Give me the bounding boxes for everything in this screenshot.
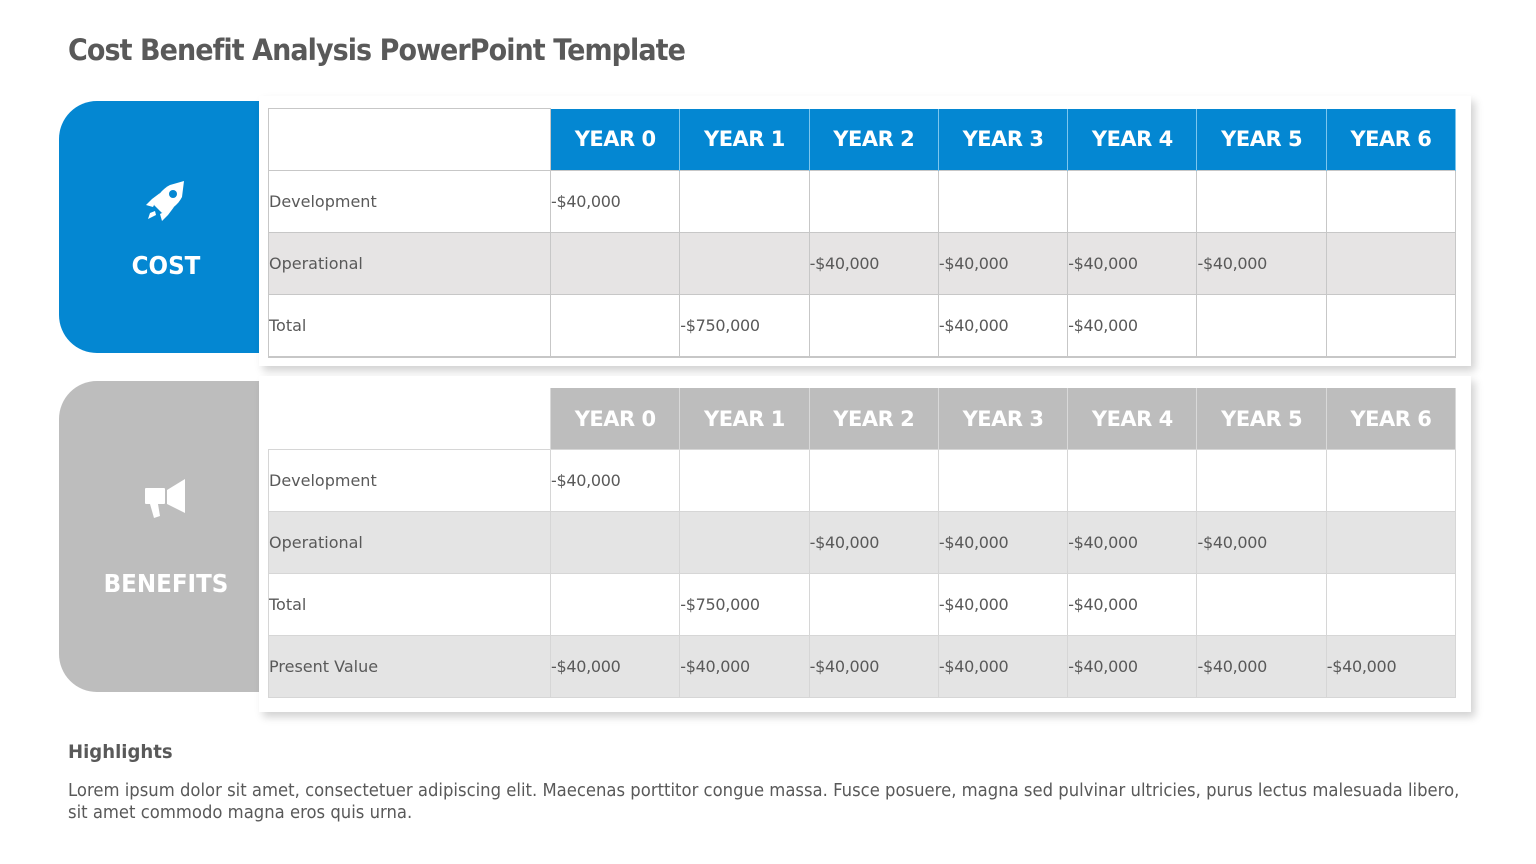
table-cell: -$40,000 — [808, 635, 939, 698]
table-cell — [1196, 573, 1327, 636]
table-cell: -$40,000 — [1196, 511, 1327, 574]
table-cell — [808, 573, 939, 636]
table-cell — [679, 232, 810, 295]
table-cell: -$40,000 — [1196, 635, 1327, 698]
row-label: Total — [268, 573, 551, 636]
table-cell — [808, 170, 939, 233]
table-row: Development -$40,000 — [268, 170, 1457, 233]
table-cell: -$40,000 — [808, 511, 939, 574]
table-cell — [679, 449, 810, 512]
slide-title: Cost Benefit Analysis PowerPoint Templat… — [68, 33, 686, 67]
table-cell: -$750,000 — [679, 294, 810, 358]
table-cell — [1196, 294, 1327, 358]
table-cell: -$40,000 — [937, 294, 1069, 358]
table-cell — [1196, 449, 1327, 512]
table-cell: -$40,000 — [549, 635, 681, 698]
table-row: Present Value -$40,000 -$40,000 -$40,000… — [268, 635, 1457, 698]
column-header: YEAR 4 — [1067, 388, 1198, 450]
column-header: YEAR 2 — [808, 388, 939, 450]
table-cell: -$40,000 — [679, 635, 810, 698]
column-header: YEAR 5 — [1196, 108, 1327, 171]
table-cell — [1325, 232, 1457, 295]
table-cell — [937, 449, 1069, 512]
table-cell: -$40,000 — [937, 635, 1069, 698]
row-label: Operational — [268, 232, 551, 295]
table-cell: -$40,000 — [1325, 635, 1457, 698]
table-cell — [549, 511, 681, 574]
column-header: YEAR 3 — [937, 388, 1069, 450]
table-cell — [1325, 573, 1457, 636]
highlights-heading: Highlights — [68, 741, 173, 763]
table-cell — [1325, 511, 1457, 574]
cost-header-row: YEAR 0 YEAR 1 YEAR 2 YEAR 3 YEAR 4 YEAR … — [268, 108, 1457, 171]
benefits-header-row: YEAR 0 YEAR 1 YEAR 2 YEAR 3 YEAR 4 YEAR … — [268, 388, 1457, 450]
column-header: YEAR 1 — [679, 388, 810, 450]
table-cell: -$40,000 — [1067, 635, 1198, 698]
table-cell: -$750,000 — [679, 573, 810, 636]
highlights-body: Lorem ipsum dolor sit amet, consectetuer… — [68, 781, 1460, 823]
column-header: YEAR 6 — [1325, 388, 1457, 450]
benefits-table: YEAR 0 YEAR 1 YEAR 2 YEAR 3 YEAR 4 YEAR … — [268, 388, 1457, 698]
column-header: YEAR 1 — [679, 108, 810, 171]
table-row: Operational -$40,000 -$40,000 -$40,000 -… — [268, 232, 1457, 295]
table-cell: -$40,000 — [549, 449, 681, 512]
table-cell: -$40,000 — [937, 511, 1069, 574]
table-cell — [549, 573, 681, 636]
table-row: Total -$750,000 -$40,000 -$40,000 — [268, 573, 1457, 636]
header-corner-cell — [268, 388, 551, 450]
table-cell: -$40,000 — [1067, 294, 1198, 358]
table-cell — [937, 170, 1069, 233]
table-cell — [1067, 449, 1198, 512]
row-label: Development — [268, 449, 551, 512]
table-cell — [1067, 170, 1198, 233]
table-cell — [679, 511, 810, 574]
cost-label: COST — [131, 250, 200, 280]
table-cell: -$40,000 — [1067, 573, 1198, 636]
table-cell — [1196, 170, 1327, 233]
cost-tab: COST — [59, 101, 274, 353]
table-cell: -$40,000 — [1067, 511, 1198, 574]
table-row: Total -$750,000 -$40,000 -$40,000 — [268, 294, 1457, 358]
table-cell — [1325, 449, 1457, 512]
table-cell — [808, 449, 939, 512]
benefits-tab: BENEFITS — [59, 381, 274, 692]
column-header: YEAR 4 — [1067, 108, 1198, 171]
column-header: YEAR 0 — [549, 388, 681, 450]
table-row: Operational -$40,000 -$40,000 -$40,000 -… — [268, 511, 1457, 574]
row-label: Development — [268, 170, 551, 233]
table-cell: -$40,000 — [1067, 232, 1198, 295]
column-header: YEAR 6 — [1325, 108, 1457, 171]
column-header: YEAR 5 — [1196, 388, 1327, 450]
table-cell — [1325, 170, 1457, 233]
column-header: YEAR 2 — [808, 108, 939, 171]
column-header: YEAR 0 — [549, 108, 681, 171]
table-cell — [679, 170, 810, 233]
row-label: Total — [268, 294, 551, 358]
rocket-icon — [140, 175, 192, 231]
table-cell — [808, 294, 939, 358]
table-cell: -$40,000 — [937, 573, 1069, 636]
benefits-panel: YEAR 0 YEAR 1 YEAR 2 YEAR 3 YEAR 4 YEAR … — [259, 376, 1471, 712]
table-row: Development -$40,000 — [268, 449, 1457, 512]
benefits-label: BENEFITS — [103, 568, 228, 598]
table-cell: -$40,000 — [1196, 232, 1327, 295]
column-header: YEAR 3 — [937, 108, 1069, 171]
table-cell — [549, 294, 681, 358]
table-cell — [549, 232, 681, 295]
table-cell: -$40,000 — [549, 170, 681, 233]
row-label: Operational — [268, 511, 551, 574]
megaphone-icon — [141, 476, 191, 524]
row-label: Present Value — [268, 635, 551, 698]
header-corner-cell — [268, 108, 551, 171]
table-cell: -$40,000 — [808, 232, 939, 295]
table-cell — [1325, 294, 1457, 358]
cost-panel: YEAR 0 YEAR 1 YEAR 2 YEAR 3 YEAR 4 YEAR … — [259, 96, 1471, 366]
cost-table: YEAR 0 YEAR 1 YEAR 2 YEAR 3 YEAR 4 YEAR … — [268, 108, 1457, 358]
table-cell: -$40,000 — [937, 232, 1069, 295]
